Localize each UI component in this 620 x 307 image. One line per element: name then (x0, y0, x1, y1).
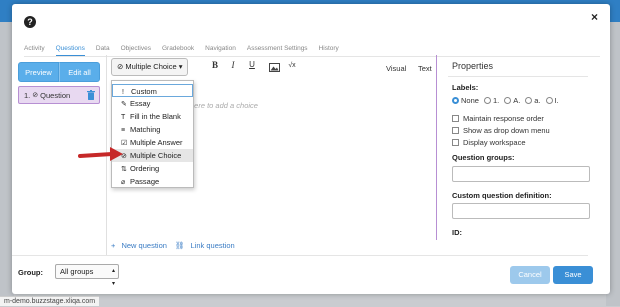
group-select-value: All groups (60, 267, 94, 276)
menu-item-label: Matching (130, 125, 161, 134)
tab-activity[interactable]: Activity (24, 44, 45, 56)
menu-item-passage[interactable]: ⌀ Passage (112, 175, 193, 188)
option-label: None (461, 96, 479, 105)
menu-item-label: Multiple Choice (130, 151, 182, 160)
preview-button[interactable]: Preview (18, 62, 59, 82)
question-number: 1. (24, 90, 31, 100)
question-type-value: Multiple Choice (125, 62, 177, 71)
menu-item-custom[interactable]: ! Custom (112, 84, 193, 97)
new-question-label: New question (121, 241, 167, 250)
option-label: a. (534, 96, 541, 105)
add-question-links: + New question ⛓ Link question (111, 241, 243, 250)
link-question-label: Link question (190, 241, 235, 250)
checkbox-label: Maintain response order (463, 114, 544, 123)
underline-button[interactable]: U (246, 60, 258, 69)
tab-assessment-settings[interactable]: Assessment Settings (247, 44, 308, 56)
radio-icon (483, 97, 491, 104)
checkbox-label: Display workspace (463, 138, 526, 147)
question-groups-field[interactable] (452, 166, 590, 182)
label-option-roman[interactable]: I. (545, 96, 559, 105)
check-circle-icon: ⊘ (32, 92, 39, 99)
visual-tab[interactable]: Visual (386, 64, 406, 73)
labels-radio-group: None 1. A. a. I. (452, 96, 559, 105)
tab-data[interactable]: Data (96, 44, 110, 56)
dropdown-menu-checkbox[interactable]: Show as drop down menu (452, 126, 550, 135)
plus-icon: + (111, 241, 118, 250)
trash-icon[interactable] (87, 90, 95, 100)
menu-item-matching[interactable]: ≡ Matching (112, 123, 193, 136)
group-select[interactable]: All groups ▴ ▾ (55, 264, 119, 287)
link-icon: ⛓ (174, 241, 187, 250)
option-label: I. (554, 96, 559, 105)
menu-item-multiple-answer[interactable]: ☑ Multiple Answer (112, 136, 193, 149)
checkbox-icon (452, 115, 459, 122)
tab-navigation[interactable]: Navigation (205, 44, 236, 56)
text-tab[interactable]: Text (418, 64, 432, 73)
save-button[interactable]: Save (553, 266, 593, 284)
menu-item-label: Custom (131, 87, 157, 96)
id-heading: ID: (452, 228, 462, 237)
tab-questions[interactable]: Questions (55, 44, 85, 56)
help-icon[interactable]: ? (24, 16, 36, 28)
menu-item-multiple-choice[interactable]: ⊘ Multiple Choice (112, 149, 193, 162)
label-option-upper-alpha[interactable]: A. (504, 96, 520, 105)
menu-item-label: Multiple Answer (130, 138, 183, 147)
red-arrow-icon (78, 147, 123, 161)
radio-icon (545, 97, 553, 104)
close-icon[interactable]: × (591, 10, 598, 24)
tab-gradebook[interactable]: Gradebook (162, 44, 194, 56)
menu-item-label: Passage (130, 177, 160, 186)
menu-item-essay[interactable]: ✎ Essay (112, 97, 193, 110)
custom-definition-heading: Custom question definition: (452, 191, 552, 200)
tab-objectives[interactable]: Objectives (121, 44, 151, 56)
option-label: 1. (492, 96, 500, 105)
option-label: A. (513, 96, 521, 105)
edit-all-button[interactable]: Edit all (59, 62, 100, 82)
checkbox-label: Show as drop down menu (463, 126, 550, 135)
question-label: Question (40, 90, 71, 100)
math-button[interactable]: √x (286, 62, 298, 69)
label-option-lower-alpha[interactable]: a. (525, 96, 541, 105)
question-type-menu: ! Custom ✎ Essay T Fill in the Blank ≡ Match… (111, 80, 194, 188)
tab-bar: Activity Questions Data Objectives Grade… (24, 44, 339, 56)
group-label: Group: (18, 268, 43, 277)
italic-button[interactable]: I (227, 60, 239, 70)
tab-history[interactable]: History (319, 44, 339, 56)
menu-item-label: Ordering (130, 164, 160, 173)
menu-item-label: Fill in the Blank (130, 112, 181, 121)
footer-divider (12, 255, 588, 256)
labels-heading: Labels: (452, 83, 479, 92)
choice-hint: here to add a choice (190, 101, 258, 110)
maintain-order-checkbox[interactable]: Maintain response order (452, 114, 544, 123)
image-icon[interactable] (269, 63, 280, 72)
menu-item-fill-in-the-blank[interactable]: T Fill in the Blank (112, 110, 193, 123)
preview-edit-group: Preview Edit all (18, 62, 100, 82)
new-question-link[interactable]: + New question (111, 241, 171, 250)
menu-item-ordering[interactable]: ⇅ Ordering (112, 162, 193, 175)
tabs-divider (24, 56, 600, 57)
label-option-none[interactable]: None (452, 96, 479, 105)
updown-arrows-icon: ▴ ▾ (111, 268, 115, 287)
radio-icon (452, 97, 459, 104)
menu-item-label: Essay (130, 99, 151, 108)
custom-definition-field[interactable] (452, 203, 590, 219)
link-question-link[interactable]: ⛓ Link question (175, 241, 239, 250)
radio-icon (504, 97, 512, 104)
paperclip-icon: ⌀ (121, 179, 126, 186)
properties-divider (448, 76, 588, 77)
question-type-dropdown[interactable]: ⊘ Multiple Choice ▾ (111, 58, 188, 76)
chevron-down-icon: ▾ (178, 62, 183, 71)
status-bar-url: m-demo.buzzstage.xliqa.com (0, 296, 100, 306)
cancel-button[interactable]: Cancel (510, 266, 550, 284)
radio-icon (525, 97, 533, 104)
properties-title: Properties (452, 61, 494, 71)
label-option-number[interactable]: 1. (483, 96, 500, 105)
editor-properties-divider (436, 55, 437, 240)
display-workspace-checkbox[interactable]: Display workspace (452, 138, 526, 147)
question-list-item[interactable]: 1. ⊘ Question (18, 86, 100, 104)
bold-button[interactable]: B (209, 60, 221, 70)
checkbox-icon (452, 127, 459, 134)
question-groups-heading: Question groups: (452, 153, 515, 162)
checkbox-icon (452, 139, 459, 146)
